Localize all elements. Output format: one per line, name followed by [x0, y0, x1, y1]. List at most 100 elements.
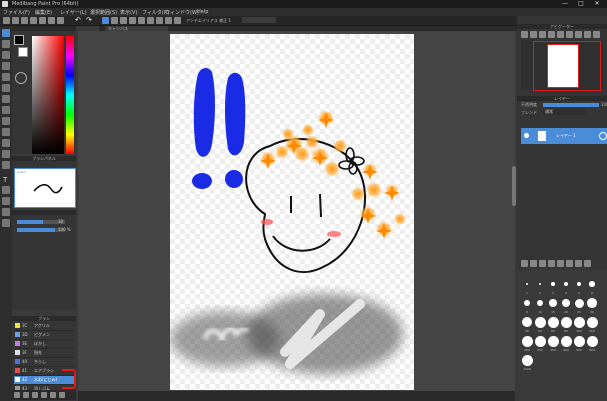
- brush-size-dot[interactable]: [560, 335, 572, 347]
- select-eraser-tool-icon[interactable]: [2, 150, 10, 158]
- maximize-button[interactable]: □: [575, 0, 587, 8]
- brush-size-dot[interactable]: [551, 282, 555, 286]
- gear-icon[interactable]: [599, 132, 607, 140]
- list-item[interactable]: 3F 指先: [14, 349, 74, 358]
- info-icon[interactable]: [57, 17, 64, 24]
- snap-perspective-icon[interactable]: [174, 17, 181, 24]
- operation-tool-icon[interactable]: [2, 186, 10, 194]
- add-brush-icon[interactable]: [14, 392, 20, 398]
- actual-size-icon[interactable]: [548, 31, 555, 38]
- brush-tool-icon[interactable]: [2, 29, 10, 37]
- settings-icon[interactable]: [32, 392, 38, 398]
- brush-size-dot[interactable]: [547, 316, 559, 328]
- menu-help[interactable]: Help: [197, 9, 208, 15]
- eye-icon[interactable]: [524, 133, 529, 138]
- brush-size-dot[interactable]: [534, 335, 546, 347]
- gradient-tool-icon[interactable]: [2, 106, 10, 114]
- copy-layer-icon[interactable]: [548, 260, 555, 267]
- color-wheel-icon[interactable]: [15, 72, 27, 84]
- brush-size-dot[interactable]: [574, 298, 584, 308]
- correction-dropdown[interactable]: [242, 17, 276, 23]
- close-icon[interactable]: [593, 31, 600, 38]
- list-item[interactable]: 3D ピグメン: [14, 331, 74, 340]
- flip-icon[interactable]: [584, 31, 591, 38]
- fill-tool-icon[interactable]: [2, 84, 10, 92]
- brush-size-dot[interactable]: [534, 316, 546, 328]
- list-item[interactable]: 3C アクリル: [14, 322, 74, 331]
- brush-size-dot[interactable]: [560, 316, 572, 328]
- dot-tool-icon[interactable]: [2, 51, 10, 59]
- snap-off-icon[interactable]: [120, 17, 127, 24]
- brush-size-dot[interactable]: [521, 335, 533, 347]
- brush-size-dot[interactable]: [573, 316, 585, 328]
- share-icon[interactable]: [39, 17, 46, 24]
- zoom-in-icon[interactable]: [521, 31, 528, 38]
- divide-tool-icon[interactable]: [2, 161, 10, 169]
- blend-mode-dropdown[interactable]: 通常: [543, 109, 585, 115]
- brush-size-slider[interactable]: [17, 220, 43, 224]
- new-folder-icon[interactable]: [539, 260, 546, 267]
- brush-size-dot[interactable]: [587, 298, 597, 308]
- move-tool-icon[interactable]: [2, 73, 10, 81]
- lasso-tool-icon[interactable]: [2, 117, 10, 125]
- snap-circle-icon[interactable]: [156, 17, 163, 24]
- select-pen-tool-icon[interactable]: [2, 139, 10, 147]
- snap-parallel-icon[interactable]: [129, 17, 136, 24]
- rotate-left-icon[interactable]: [557, 31, 564, 38]
- brush-size-dot[interactable]: [549, 299, 557, 307]
- close-button[interactable]: ✕: [591, 0, 603, 8]
- stabilizer-icon[interactable]: [102, 17, 109, 24]
- fit-icon[interactable]: [539, 31, 546, 38]
- snap-curve-icon[interactable]: [165, 17, 172, 24]
- color-saturation-field[interactable]: [32, 36, 64, 154]
- brush-size-dot[interactable]: [586, 335, 598, 347]
- hand-tool-icon[interactable]: [2, 208, 10, 216]
- settings-icon[interactable]: [48, 17, 55, 24]
- redo-icon[interactable]: ↷: [86, 17, 92, 24]
- cloud-icon[interactable]: [30, 17, 37, 24]
- menu-edit[interactable]: 編集(E): [35, 9, 52, 16]
- cloud-icon[interactable]: [50, 392, 56, 398]
- menu-selection[interactable]: 選択範囲(S): [90, 9, 117, 16]
- vertical-scrollbar[interactable]: [512, 166, 516, 206]
- opacity-slider[interactable]: [17, 228, 55, 232]
- canvas-paper[interactable]: [170, 34, 414, 390]
- layer-down-icon[interactable]: [575, 260, 582, 267]
- brush-size-dot[interactable]: [526, 283, 528, 285]
- list-item[interactable]: 40 ちらし: [14, 358, 74, 367]
- brush-size-dot[interactable]: [521, 354, 533, 366]
- new-icon[interactable]: [3, 17, 10, 24]
- merge-layer-icon[interactable]: [557, 260, 564, 267]
- brush-size-dot[interactable]: [573, 335, 585, 347]
- open-icon[interactable]: [12, 17, 19, 24]
- brush-size-dot[interactable]: [586, 316, 598, 328]
- select-tool-icon[interactable]: [2, 62, 10, 70]
- dropper-tool-icon[interactable]: [2, 197, 10, 205]
- layer-up-icon[interactable]: [566, 260, 573, 267]
- brush-size-dot[interactable]: [589, 281, 595, 287]
- brush-size-dot[interactable]: [547, 335, 559, 347]
- minimize-button[interactable]: —: [559, 0, 571, 8]
- new-halftone-layer-icon[interactable]: [530, 260, 537, 267]
- menu-window[interactable]: ウィンドウ(W): [165, 9, 199, 16]
- new-layer-icon[interactable]: [521, 260, 528, 267]
- save-icon[interactable]: [21, 17, 28, 24]
- delete-layer-icon[interactable]: [584, 260, 591, 267]
- layer-opacity-slider[interactable]: [543, 103, 599, 107]
- brush-preview-box[interactable]: G-Pen: [14, 168, 76, 208]
- copy-brush-icon[interactable]: [23, 392, 29, 398]
- grid-icon[interactable]: [111, 17, 118, 24]
- bucket-tool-icon[interactable]: [2, 95, 10, 103]
- brush-size-dot[interactable]: [563, 281, 569, 287]
- reset-rotation-icon[interactable]: [566, 31, 573, 38]
- menu-file[interactable]: ファイル(F): [3, 9, 30, 16]
- background-color-swatch[interactable]: [18, 47, 28, 57]
- delete-icon[interactable]: [59, 392, 65, 398]
- text-tool-icon[interactable]: T: [3, 176, 7, 184]
- zoom-out-icon[interactable]: [530, 31, 537, 38]
- hue-slider[interactable]: [66, 36, 74, 154]
- layer-row-selected[interactable]: レイヤー 1: [521, 128, 607, 144]
- undo-icon[interactable]: ↶: [75, 17, 81, 24]
- folder-icon[interactable]: [41, 392, 47, 398]
- menu-layer[interactable]: レイヤー(L): [60, 9, 87, 16]
